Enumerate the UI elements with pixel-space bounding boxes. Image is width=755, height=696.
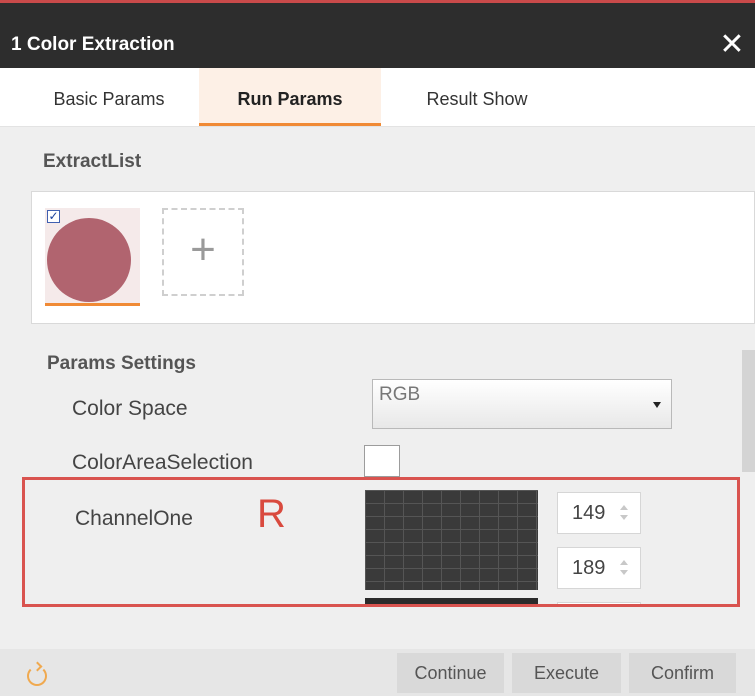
tab-run-params[interactable]: Run Params	[199, 68, 381, 126]
run-params-panel: ExtractList ✓ + Params Settings Color Sp…	[0, 127, 755, 649]
color-area-selection-checkbox[interactable]	[364, 445, 400, 477]
close-icon[interactable]: ✕	[712, 25, 752, 65]
extract-list: ✓ +	[31, 191, 755, 324]
dialog-title: 1 Color Extraction	[11, 34, 175, 55]
title-bar: 1 Color Extraction ✕	[0, 0, 755, 68]
plus-icon: +	[190, 225, 216, 274]
dialog-footer: Continue Execute Confirm	[0, 649, 755, 696]
channel-one-label: ChannelOne	[75, 507, 193, 530]
channel-one-histogram[interactable]	[365, 490, 538, 590]
extract-list-title: ExtractList	[43, 151, 142, 172]
color-space-select[interactable]: RGB	[372, 379, 672, 429]
channel-two-histogram	[365, 598, 538, 604]
channel-one-max-stepper[interactable]: 189	[557, 547, 641, 589]
stepper-down-icon[interactable]	[620, 570, 628, 575]
tab-bar: Basic Params Run Params Result Show	[0, 68, 755, 127]
chevron-down-icon	[653, 402, 661, 408]
execute-button[interactable]: Execute	[512, 653, 621, 693]
add-extract-button[interactable]: +	[162, 208, 244, 296]
stepper-up-icon[interactable]	[620, 560, 628, 565]
stepper-up-icon[interactable]	[620, 505, 628, 510]
channel-one-max-value: 189	[572, 557, 606, 579]
color-swatch	[47, 218, 131, 302]
channel-one-row: ChannelOne R 149 189	[22, 477, 740, 607]
channel-one-min-value: 149	[572, 502, 606, 524]
tab-basic-params[interactable]: Basic Params	[33, 68, 185, 126]
channel-one-min-stepper[interactable]: 149	[557, 492, 641, 534]
extract-item[interactable]: ✓	[45, 208, 140, 306]
tab-result-show[interactable]: Result Show	[397, 68, 557, 126]
color-extraction-dialog: 1 Color Extraction ✕ Basic Params Run Pa…	[0, 0, 755, 696]
color-space-label: Color Space	[72, 397, 188, 420]
color-area-selection-label: ColorAreaSelection	[72, 451, 253, 474]
stepper-down-icon[interactable]	[620, 515, 628, 520]
params-settings-title: Params Settings	[47, 353, 196, 374]
reset-icon[interactable]	[27, 666, 47, 686]
color-space-value: RGB	[379, 384, 421, 405]
confirm-button[interactable]: Confirm	[629, 653, 736, 693]
vertical-scrollbar[interactable]	[742, 350, 755, 472]
continue-button[interactable]: Continue	[397, 653, 504, 693]
extract-item-checkbox[interactable]: ✓	[47, 210, 60, 223]
channel-two-stepper	[557, 602, 641, 604]
channel-letter: R	[257, 492, 286, 536]
